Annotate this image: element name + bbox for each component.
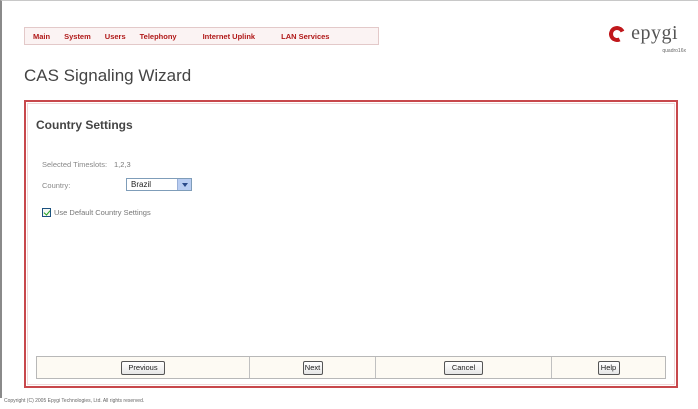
country-label: Country: — [42, 181, 71, 190]
previous-button[interactable]: Previous — [121, 360, 165, 375]
wizard-panel-inner — [27, 103, 675, 385]
section-title: Country Settings — [36, 118, 133, 132]
country-select[interactable]: Brazil — [126, 178, 192, 191]
help-button[interactable]: Help — [597, 360, 620, 375]
nav-item-main[interactable]: Main — [33, 32, 50, 41]
nav-item-system[interactable]: System — [64, 32, 91, 41]
use-default-country-settings-row[interactable]: Use Default Country Settings — [42, 208, 151, 217]
next-button-cell: Next — [250, 357, 376, 378]
timeslots-label: Selected Timeslots: — [42, 160, 108, 169]
page-title: CAS Signaling Wizard — [24, 66, 192, 85]
cancel-button-cell: Cancel — [376, 357, 552, 378]
chevron-down-icon[interactable] — [177, 179, 191, 190]
copyright-footer: Copyright (C) 2005 Epygi Technologies, L… — [4, 398, 145, 404]
product-model-label: quadro16x — [662, 48, 686, 54]
logo-brand-text: epygi — [631, 22, 678, 44]
help-button-cell: Help — [552, 357, 665, 378]
epygi-logo: epygi — [606, 22, 678, 45]
wizard-panel: Country Settings Selected Timeslots: 1,2… — [24, 100, 678, 388]
use-default-country-settings-checkbox[interactable] — [42, 208, 51, 217]
previous-button-cell: Previous — [37, 357, 250, 378]
use-default-country-settings-label[interactable]: Use Default Country Settings — [54, 208, 151, 217]
country-select-value: Brazil — [131, 180, 152, 189]
cancel-button[interactable]: Cancel — [444, 360, 483, 375]
next-button[interactable]: Next — [302, 360, 323, 375]
nav-item-users[interactable]: Users — [105, 32, 126, 41]
wizard-button-bar: Previous Next Cancel Help — [36, 356, 666, 379]
nav-item-telephony[interactable]: Telephony — [140, 32, 177, 41]
nav-item-lan-services[interactable]: LAN Services — [281, 32, 329, 41]
nav-item-internet-uplink[interactable]: Internet Uplink — [203, 32, 256, 41]
main-nav-bar: Main System Users Telephony Internet Upl… — [24, 27, 379, 45]
epygi-c-logo-icon — [606, 23, 629, 44]
timeslots-value: 1,2,3 — [114, 160, 131, 169]
